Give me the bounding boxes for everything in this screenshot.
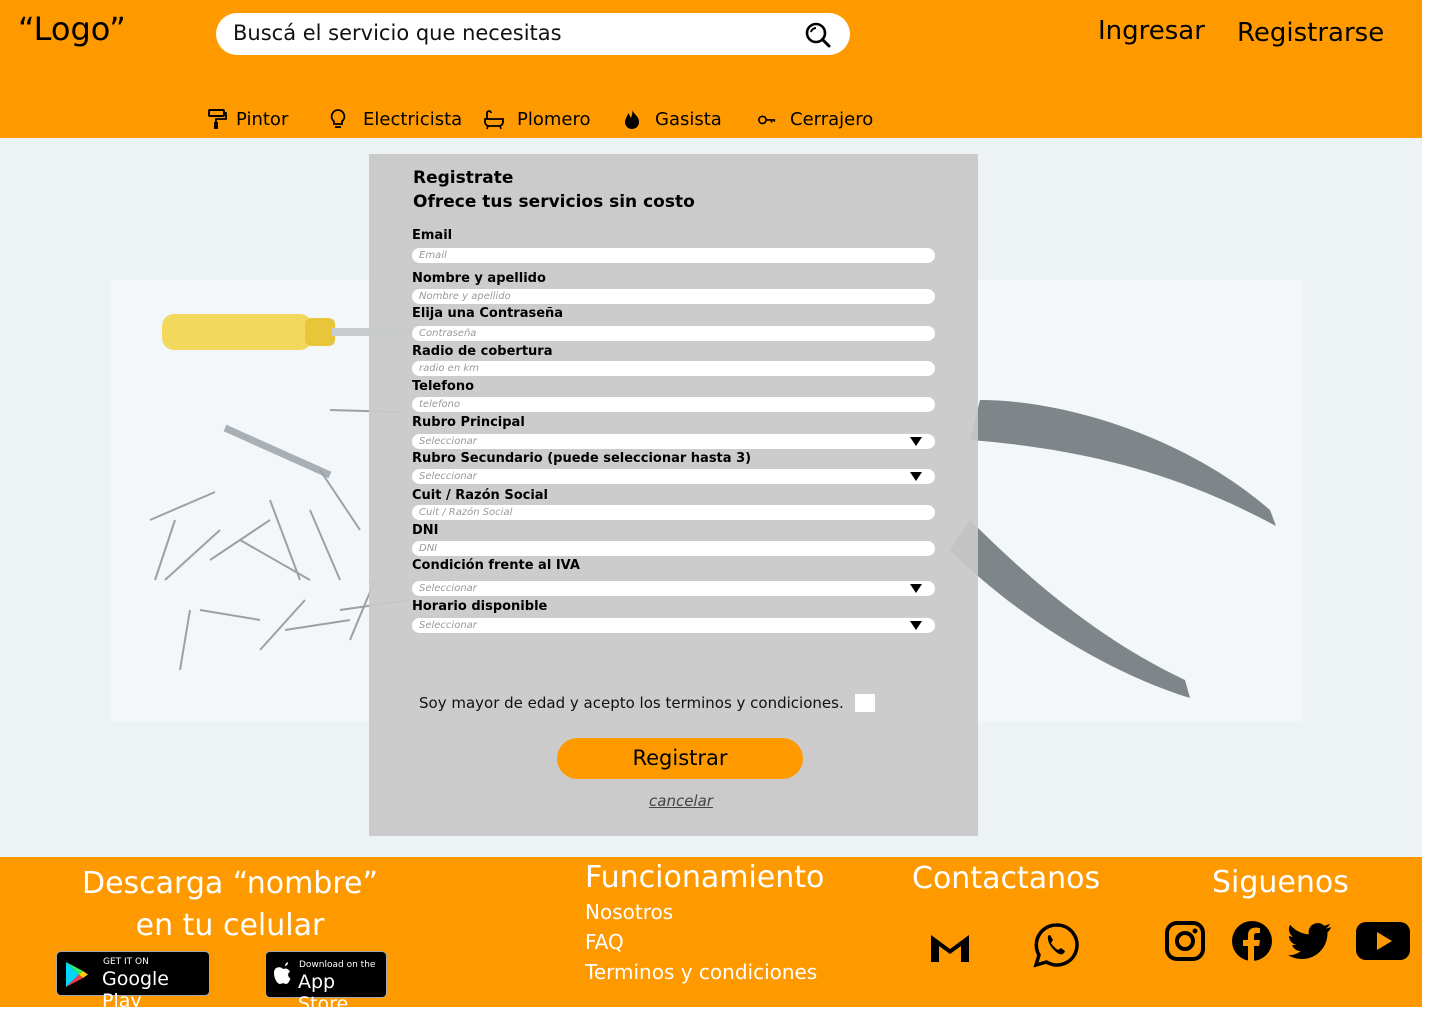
signup-link[interactable]: Registrarse (1237, 18, 1384, 48)
logo[interactable]: “Logo” (18, 10, 126, 48)
google-play-text: Google Play (102, 968, 170, 1012)
instagram-icon[interactable] (1164, 920, 1206, 962)
google-play-small-text: GET IT ON (103, 957, 149, 967)
field-label: Email (412, 228, 453, 243)
app-store-small-text: Download on the (299, 960, 376, 970)
secondary-category-select[interactable]: Seleccionar (412, 469, 935, 484)
category-label: Electricista (363, 108, 463, 130)
select-value: Seleccionar (419, 471, 477, 482)
field-label: Cuit / Razón Social (412, 488, 549, 503)
footer: Descarga “nombre” en tu celular GET IT O… (0, 857, 1422, 1015)
password-field[interactable]: Contraseña (412, 326, 935, 341)
download-title: Descarga “nombre” en tu celular (30, 863, 430, 947)
cancel-link[interactable]: cancelar (649, 792, 713, 810)
select-value: Seleccionar (419, 583, 477, 594)
google-play-icon (66, 962, 88, 987)
dropdown-arrow-icon (910, 584, 922, 593)
form-title: Registrate (413, 168, 514, 188)
apple-icon (274, 962, 291, 984)
app-store-badge[interactable]: Download on the App Store (265, 951, 387, 1015)
category-label: Cerrajero (790, 108, 874, 130)
category-cerrajero[interactable]: Cerrajero (757, 105, 873, 133)
phone-field[interactable]: telefono (412, 397, 935, 412)
field-label: Rubro Secundario (puede seleccionar hast… (412, 451, 752, 466)
download-title-line2: en tu celular (135, 908, 325, 943)
footer-link-faq[interactable]: FAQ (585, 930, 624, 954)
header: “Logo” Buscá el servicio que necesitas I… (0, 0, 1422, 138)
bathtub-icon (484, 110, 504, 130)
whatsapp-icon[interactable] (1033, 922, 1079, 968)
main-category-select[interactable]: Seleccionar (412, 434, 935, 449)
flame-icon (625, 109, 639, 129)
dropdown-arrow-icon (910, 621, 922, 630)
paint-roller-icon (208, 109, 227, 129)
form-subtitle: Ofrece tus servicios sin costo (413, 192, 695, 212)
register-button[interactable]: Registrar (557, 738, 803, 779)
field-label: DNI (412, 523, 439, 538)
lightbulb-icon (330, 109, 346, 128)
follow-title: Siguenos (1212, 865, 1349, 900)
field-label: Telefono (412, 379, 475, 394)
how-it-works-title: Funcionamiento (585, 860, 825, 895)
footer-link-terms[interactable]: Terminos y condiciones (585, 960, 817, 984)
select-value: Seleccionar (419, 620, 477, 631)
twitter-icon[interactable] (1288, 923, 1332, 959)
field-label: Condición frente al IVA (412, 558, 580, 573)
terms-checkbox[interactable] (855, 694, 875, 712)
app-store-text: App Store (298, 971, 349, 1015)
registration-form: Registrate Ofrece tus servicios sin cost… (369, 154, 978, 836)
facebook-icon[interactable] (1231, 920, 1273, 962)
field-label: Rubro Principal (412, 415, 525, 430)
category-gasista[interactable]: Gasista (622, 105, 722, 133)
full-name-field[interactable]: Nombre y apellido (412, 289, 935, 304)
dni-field[interactable]: DNI (412, 541, 935, 556)
download-title-line1: Descarga “nombre” (81, 866, 379, 901)
iva-condition-select[interactable]: Seleccionar (412, 581, 935, 596)
field-label: Elija una Contraseña (412, 306, 564, 321)
gmail-icon[interactable] (929, 932, 971, 964)
category-pintor[interactable]: Pintor (207, 105, 288, 133)
dropdown-arrow-icon (910, 437, 922, 446)
dropdown-arrow-icon (910, 472, 922, 481)
key-icon (758, 115, 776, 125)
select-value: Seleccionar (419, 436, 477, 447)
category-label: Plomero (517, 108, 591, 130)
field-label: Horario disponible (412, 599, 548, 614)
category-label: Pintor (236, 108, 289, 130)
category-label: Gasista (655, 108, 722, 130)
terms-label: Soy mayor de edad y acepto los terminos … (419, 694, 844, 712)
search-bar[interactable]: Buscá el servicio que necesitas (216, 13, 850, 55)
cuit-field[interactable]: Cuit / Razón Social (412, 505, 935, 520)
footer-link-nosotros[interactable]: Nosotros (585, 900, 673, 924)
youtube-icon[interactable] (1356, 922, 1410, 960)
coverage-radius-field[interactable]: radio en km (412, 361, 935, 376)
contact-title: Contactanos (912, 861, 1101, 896)
google-play-badge[interactable]: GET IT ON Google Play (56, 951, 210, 1012)
login-link[interactable]: Ingresar (1098, 16, 1205, 46)
category-electricista[interactable]: Electricista (328, 105, 462, 133)
search-input[interactable]: Buscá el servicio que necesitas (233, 21, 562, 45)
field-label: Nombre y apellido (412, 271, 546, 286)
search-icon[interactable] (804, 21, 832, 49)
category-plomero[interactable]: Plomero (484, 105, 591, 133)
schedule-select[interactable]: Seleccionar (412, 618, 935, 633)
field-label: Radio de cobertura (412, 344, 553, 359)
email-field[interactable]: Email (412, 248, 935, 263)
